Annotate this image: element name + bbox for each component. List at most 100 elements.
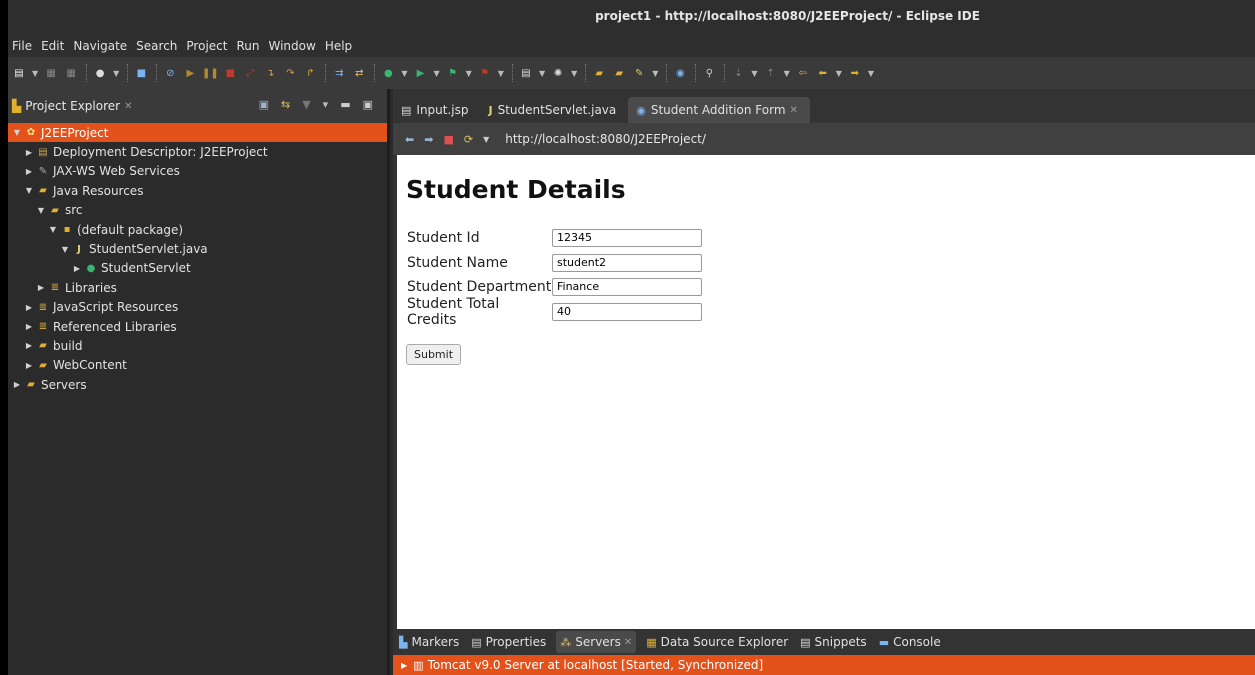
save-icon[interactable]: ▦ bbox=[44, 66, 58, 80]
chevron-down-icon[interactable]: ▼ bbox=[498, 69, 504, 78]
tree-node[interactable]: ▶ ✎ JAX-WS Web Services bbox=[8, 162, 387, 181]
back-icon[interactable]: ⬅ bbox=[816, 66, 830, 80]
server-row[interactable]: ▶ ▥ Tomcat v9.0 Server at localhost [Sta… bbox=[393, 655, 1255, 675]
chevron-down-icon[interactable]: ▼ bbox=[784, 69, 790, 78]
tab-studentservlet-java[interactable]: J StudentServlet.java bbox=[481, 97, 629, 123]
field-input[interactable]: Finance bbox=[552, 278, 702, 297]
forward-icon[interactable]: ➡ bbox=[848, 66, 862, 80]
tab-markers[interactable]: ▙ Markers bbox=[397, 631, 461, 653]
tab-servers[interactable]: ⁂ Servers ✕ bbox=[556, 631, 637, 653]
collapse-all-icon[interactable]: ▣ bbox=[259, 98, 269, 111]
tab-snippets[interactable]: ▤ Snippets bbox=[798, 631, 869, 653]
refresh-icon[interactable]: ⟳ bbox=[464, 133, 473, 146]
resume-icon[interactable]: ▶ bbox=[183, 66, 197, 80]
tree-node[interactable]: ▶ ▤ Deployment Descriptor: J2EEProject bbox=[8, 142, 387, 161]
chevron-down-icon[interactable]: ▼ bbox=[483, 135, 489, 144]
menu-item-project[interactable]: Project bbox=[186, 39, 227, 53]
open-type-hierarchy-icon[interactable]: ⇄ bbox=[352, 66, 366, 80]
close-icon[interactable]: ✕ bbox=[790, 105, 798, 116]
chevron-right-icon[interactable]: ▶ bbox=[12, 380, 22, 389]
chevron-down-icon[interactable]: ▼ bbox=[571, 69, 577, 78]
chevron-right-icon[interactable]: ▶ bbox=[24, 341, 34, 350]
forward-arrow-icon[interactable]: ➡ bbox=[424, 133, 433, 146]
field-input[interactable]: 40 bbox=[552, 302, 702, 321]
brush-icon[interactable]: ✎ bbox=[632, 66, 646, 80]
chevron-down-icon[interactable]: ▼ bbox=[32, 69, 38, 78]
disconnect-icon[interactable]: ⤢ bbox=[243, 66, 257, 80]
open-project-icon[interactable]: ▰ bbox=[612, 66, 626, 80]
chevron-down-icon[interactable]: ▼ bbox=[48, 225, 58, 234]
tree-node[interactable]: ▼ ▰ src bbox=[8, 201, 387, 220]
view-menu-icon[interactable]: ▾ bbox=[323, 98, 329, 111]
close-icon[interactable]: ✕ bbox=[124, 101, 132, 112]
expand-arrow-icon[interactable]: ▶ bbox=[401, 661, 407, 670]
save-all-icon[interactable]: ▦ bbox=[64, 66, 78, 80]
menu-item-edit[interactable]: Edit bbox=[41, 39, 64, 53]
tree-node[interactable]: ▶ ≣ JavaScript Resources bbox=[8, 298, 387, 317]
next-annotation-icon[interactable]: ⇣ bbox=[731, 66, 745, 80]
tree-node[interactable]: ▶ ▰ WebContent bbox=[8, 356, 387, 375]
coverage-icon[interactable]: ● bbox=[381, 66, 395, 80]
menu-item-file[interactable]: File bbox=[12, 39, 32, 53]
chevron-down-icon[interactable]: ▼ bbox=[751, 69, 757, 78]
menu-item-help[interactable]: Help bbox=[325, 39, 352, 53]
minimize-icon[interactable]: ▬ bbox=[340, 98, 350, 111]
close-icon[interactable]: ✕ bbox=[624, 637, 632, 648]
tree-node[interactable]: ▼ ▰ Java Resources bbox=[8, 181, 387, 200]
chevron-down-icon[interactable]: ▼ bbox=[24, 186, 34, 195]
chevron-down-icon[interactable]: ▼ bbox=[539, 69, 545, 78]
tab-input-jsp[interactable]: ▤ Input.jsp bbox=[393, 97, 481, 123]
chevron-down-icon[interactable]: ▼ bbox=[113, 69, 119, 78]
tab-data-source-explorer[interactable]: ▦ Data Source Explorer bbox=[644, 631, 790, 653]
chevron-down-icon[interactable]: ▼ bbox=[868, 69, 874, 78]
chevron-right-icon[interactable]: ▶ bbox=[72, 264, 82, 273]
terminal-icon[interactable]: ■ bbox=[134, 66, 148, 80]
chevron-down-icon[interactable]: ▼ bbox=[652, 69, 658, 78]
new-icon[interactable]: ▤ bbox=[12, 66, 26, 80]
tab-properties[interactable]: ▤ Properties bbox=[469, 631, 548, 653]
field-input[interactable]: 12345 bbox=[552, 229, 702, 248]
suspend-icon[interactable]: ❚❚ bbox=[202, 66, 219, 80]
menu-item-search[interactable]: Search bbox=[136, 39, 177, 53]
new-server-icon[interactable]: ▤ bbox=[519, 66, 533, 80]
tree-node[interactable]: ▶ ≣ Libraries bbox=[8, 278, 387, 297]
run-icon[interactable]: ▶ bbox=[413, 66, 427, 80]
globe-icon[interactable]: ◉ bbox=[673, 66, 687, 80]
tree-node[interactable]: ▼ ▪ (default package) bbox=[8, 220, 387, 239]
tree-node[interactable]: ▼ J StudentServlet.java bbox=[8, 239, 387, 258]
chevron-right-icon[interactable]: ▶ bbox=[24, 361, 34, 370]
new-web-service-icon[interactable]: ✺ bbox=[551, 66, 565, 80]
chevron-right-icon[interactable]: ▶ bbox=[24, 167, 34, 176]
step-return-icon[interactable]: ↱ bbox=[303, 66, 317, 80]
tab-console[interactable]: ▬ Console bbox=[877, 631, 943, 653]
maximize-icon[interactable]: ▣ bbox=[363, 98, 373, 111]
debug-icon[interactable]: ● bbox=[93, 66, 107, 80]
search-icon[interactable]: ⚲ bbox=[702, 66, 716, 80]
back-arrow-icon[interactable]: ⬅ bbox=[405, 133, 414, 146]
link-with-editor-icon[interactable]: ⇆ bbox=[281, 98, 290, 111]
menu-item-run[interactable]: Run bbox=[236, 39, 259, 53]
filter-icon[interactable]: ▼ bbox=[302, 98, 310, 111]
chevron-down-icon[interactable]: ▼ bbox=[401, 69, 407, 78]
terminate-icon[interactable]: ■ bbox=[223, 66, 237, 80]
tree-node[interactable]: ▶ ▰ build bbox=[8, 336, 387, 355]
chevron-down-icon[interactable]: ▼ bbox=[836, 69, 842, 78]
tree-node[interactable]: ▼ ✿ J2EEProject bbox=[8, 123, 387, 143]
tree-node[interactable]: ▶ ≣ Referenced Libraries bbox=[8, 317, 387, 336]
tree-node[interactable]: ▶ ● StudentServlet bbox=[8, 259, 387, 278]
skip-breakpoints-icon[interactable]: ⊘ bbox=[163, 66, 177, 80]
open-folder-icon[interactable]: ▰ bbox=[592, 66, 606, 80]
field-input[interactable]: student2 bbox=[552, 253, 702, 272]
previous-annotation-icon[interactable]: ⇡ bbox=[764, 66, 778, 80]
chevron-down-icon[interactable]: ▼ bbox=[433, 69, 439, 78]
menu-item-window[interactable]: Window bbox=[268, 39, 315, 53]
stop-icon[interactable]: ■ bbox=[443, 133, 453, 146]
chevron-right-icon[interactable]: ▶ bbox=[36, 283, 46, 292]
step-over-icon[interactable]: ↷ bbox=[283, 66, 297, 80]
chevron-right-icon[interactable]: ▶ bbox=[24, 303, 34, 312]
chevron-down-icon[interactable]: ▼ bbox=[36, 206, 46, 215]
project-explorer-tab[interactable]: ▙ Project Explorer ✕ ▣ ⇆ ▼ ▾ ▬ ▣ bbox=[8, 89, 387, 123]
chevron-right-icon[interactable]: ▶ bbox=[24, 148, 34, 157]
use-step-filters-icon[interactable]: ⇉ bbox=[332, 66, 346, 80]
menu-item-navigate[interactable]: Navigate bbox=[73, 39, 127, 53]
